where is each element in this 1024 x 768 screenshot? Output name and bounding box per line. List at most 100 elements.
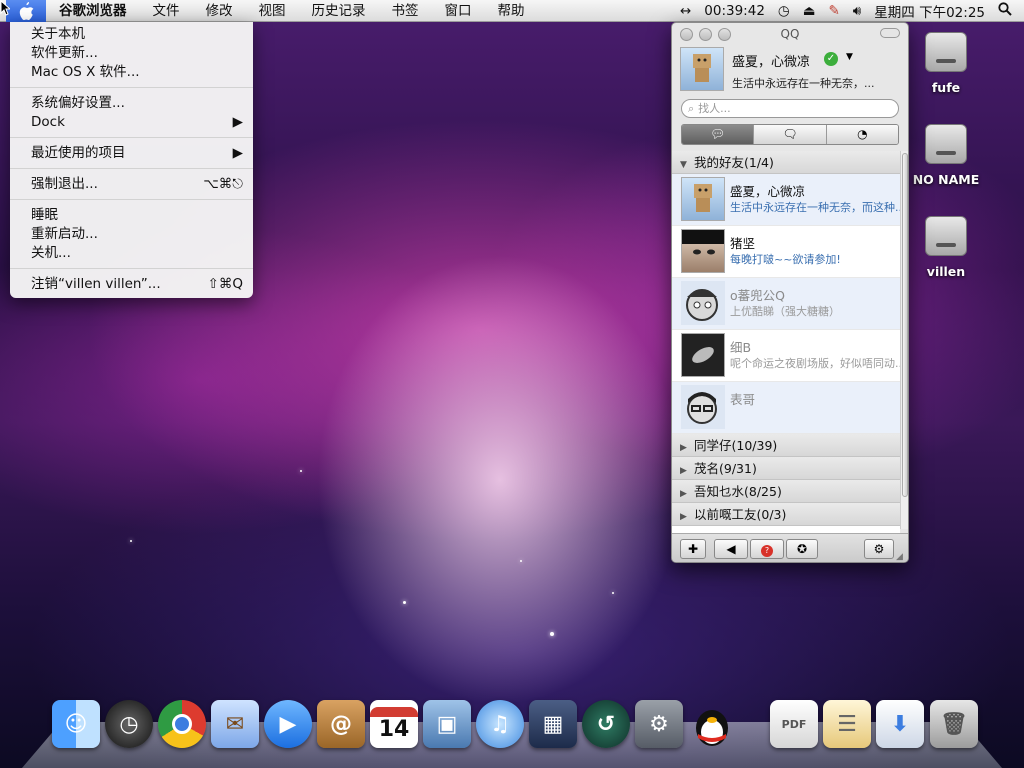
desktop-drive-villen[interactable]: villen bbox=[906, 216, 986, 279]
menu-history[interactable]: 历史记录 bbox=[299, 0, 379, 22]
qq-titlebar[interactable]: QQ bbox=[672, 23, 908, 45]
menu-item-mac-software[interactable]: Mac OS X 软件... bbox=[10, 63, 253, 82]
group-header-classmates[interactable]: ▶ 同学仔(10/39) bbox=[672, 434, 900, 457]
avatar[interactable] bbox=[680, 47, 724, 91]
star-icon: ✪ bbox=[796, 542, 808, 556]
trash-icon[interactable]: 🗑︎ bbox=[930, 700, 978, 748]
desktop-drive-fufe[interactable]: fufe bbox=[906, 32, 986, 95]
favorites-button[interactable]: ✪ bbox=[786, 539, 818, 559]
menu-bookmarks[interactable]: 书签 bbox=[379, 0, 432, 22]
menu-item-label: 系统偏好设置... bbox=[31, 95, 125, 111]
ichat-icon[interactable]: ▶ bbox=[264, 700, 312, 748]
menu-help[interactable]: 帮助 bbox=[485, 0, 538, 22]
volume-icon[interactable]: 🔊︎ bbox=[853, 3, 862, 19]
mail-icon[interactable]: ✉ bbox=[211, 700, 259, 748]
desktop-drive-no-name[interactable]: NO NAME bbox=[906, 124, 986, 187]
group-header-friends[interactable]: ▼ 我的好友(1/4) bbox=[672, 151, 900, 174]
search-input[interactable]: ⌕ 找人... bbox=[681, 99, 899, 118]
my-signature[interactable]: 生活中永远存在一种无奈，... bbox=[732, 75, 875, 91]
status-dropdown-icon[interactable]: ▼ bbox=[846, 52, 853, 62]
menu-view[interactable]: 视图 bbox=[246, 0, 299, 22]
pdf-document-icon[interactable]: PDF bbox=[770, 700, 818, 748]
eject-icon[interactable]: ⏏ bbox=[803, 3, 816, 19]
tab-groups[interactable]: 🗨︎ bbox=[754, 125, 827, 144]
qq-penguin-icon[interactable] bbox=[688, 700, 736, 748]
spaces-icon[interactable]: ▦ bbox=[529, 700, 577, 748]
contact-list-scrollbar[interactable] bbox=[900, 151, 908, 529]
drive-label: fufe bbox=[931, 80, 961, 95]
itunes-icon[interactable]: ♫ bbox=[476, 700, 524, 748]
submenu-arrow-icon: ▶ bbox=[232, 114, 243, 130]
tab-contacts[interactable]: 💬︎ bbox=[682, 125, 755, 144]
menu-item-system-prefs[interactable]: 系统偏好设置... bbox=[10, 94, 253, 113]
menu-item-force-quit[interactable]: 强制退出... ⌥⌘⎋ bbox=[10, 175, 253, 194]
group-label: 我的好友(1/4) bbox=[694, 155, 774, 170]
friend-name: 盛夏，心微凉 bbox=[730, 184, 806, 199]
messages-button[interactable]: ? bbox=[750, 539, 784, 559]
menu-item-sleep[interactable]: 睡眠 bbox=[10, 206, 253, 225]
online-status-icon[interactable]: ✓ bbox=[824, 52, 838, 66]
qq-profile-header: 盛夏，心微凉 ✓ ▼ 生活中永远存在一种无奈，... bbox=[672, 45, 908, 95]
group-header-wuzhi[interactable]: ▶ 吾知乜水(8/25) bbox=[672, 480, 900, 503]
clock-text[interactable]: 星期四 下午02:25 bbox=[874, 1, 985, 21]
list-item[interactable]: 细B 呢个命运之夜剧场版，好似唔同动... bbox=[672, 330, 900, 382]
apple-menu-button[interactable] bbox=[6, 0, 46, 22]
list-item[interactable]: 猪坚 每晚打啵~~欲请参加! bbox=[672, 226, 900, 278]
close-button[interactable] bbox=[680, 28, 693, 41]
list-item[interactable]: o蕃兜公Q 上优酷睇（强大糖糖） bbox=[672, 278, 900, 330]
group-header-coworkers[interactable]: ▶ 以前嘅工友(0/3) bbox=[672, 503, 900, 526]
plus-icon: ✚ bbox=[687, 542, 699, 556]
qq-bottom-toolbar: ✚ ◀ ? ✪ ⚙ ◢ bbox=[672, 533, 908, 562]
tab-recent[interactable]: ◔ bbox=[826, 125, 898, 144]
menu-item-logout[interactable]: 注销“villen villen”... ⇧⌘Q bbox=[10, 275, 253, 294]
menu-item-dock[interactable]: Dock ▶ bbox=[10, 113, 253, 132]
spotlight-search-icon[interactable] bbox=[998, 1, 1012, 20]
qq-window: QQ 盛夏，心微凉 ✓ ▼ 生活中永远存在一种无奈，... ⌕ 找人... 💬︎… bbox=[671, 22, 909, 563]
time-machine-icon[interactable]: ◷ bbox=[778, 3, 790, 19]
list-item[interactable]: 表哥 bbox=[672, 382, 900, 434]
time-machine-icon[interactable]: ↺ bbox=[582, 700, 630, 748]
menu-file[interactable]: 文件 bbox=[140, 0, 193, 22]
timer-text[interactable]: 00:39:42 bbox=[704, 3, 765, 19]
list-item[interactable]: 盛夏，心微凉 生活中永远存在一种无奈，而这种... bbox=[672, 174, 900, 226]
friend-signature: 呢个命运之夜剧场版，好似唔同动... bbox=[730, 357, 900, 370]
menu-item-shutdown[interactable]: 关机... bbox=[10, 244, 253, 263]
group-header-maoming[interactable]: ▶ 茂名(9/31) bbox=[672, 457, 900, 480]
shortcut-text: ⌥⌘⎋ bbox=[203, 176, 243, 192]
star bbox=[403, 601, 406, 604]
chrome-icon[interactable] bbox=[158, 700, 206, 748]
downloads-stack-icon[interactable]: ⬇ bbox=[876, 700, 924, 748]
toolbar-toggle-button[interactable] bbox=[880, 28, 900, 38]
menu-edit[interactable]: 修改 bbox=[193, 0, 246, 22]
resize-grip-icon[interactable]: ◢ bbox=[896, 552, 903, 562]
ical-icon[interactable]: 14 bbox=[370, 700, 418, 748]
pen-icon[interactable]: ✎ bbox=[828, 3, 839, 19]
address-book-icon[interactable]: @ bbox=[317, 700, 365, 748]
documents-stack-icon[interactable]: ☰ bbox=[823, 700, 871, 748]
menu-item-restart[interactable]: 重新启动... bbox=[10, 225, 253, 244]
system-preferences-icon[interactable]: ⚙ bbox=[635, 700, 683, 748]
menu-item-about[interactable]: 关于本机 bbox=[10, 25, 253, 44]
menu-item-recent-items[interactable]: 最近使用的项目 ▶ bbox=[10, 144, 253, 163]
menu-item-label: 强制退出... bbox=[31, 176, 98, 192]
menu-window[interactable]: 窗口 bbox=[432, 0, 485, 22]
add-contact-button[interactable]: ✚ bbox=[680, 539, 706, 559]
minimize-button[interactable] bbox=[699, 28, 712, 41]
menu-item-software-update[interactable]: 软件更新... bbox=[10, 44, 253, 63]
dashboard-icon[interactable]: ◷ bbox=[105, 700, 153, 748]
preview-icon[interactable]: ▣ bbox=[423, 700, 471, 748]
network-arrows-icon[interactable]: ↔ bbox=[680, 3, 691, 19]
menu-item-label: Dock bbox=[31, 114, 65, 130]
zoom-button[interactable] bbox=[718, 28, 731, 41]
friend-name: o蕃兜公Q bbox=[730, 288, 785, 303]
hard-drive-icon bbox=[925, 32, 967, 72]
menu-separator bbox=[10, 168, 253, 169]
finder-icon[interactable]: ☺ bbox=[52, 700, 100, 748]
menu-app-name[interactable]: 谷歌浏览器 bbox=[46, 0, 140, 22]
drive-label: NO NAME bbox=[912, 172, 980, 187]
settings-button[interactable]: ⚙ bbox=[864, 539, 894, 559]
sound-toggle-button[interactable]: ◀ bbox=[714, 539, 748, 559]
hard-drive-icon bbox=[925, 216, 967, 256]
scrollbar-thumb[interactable] bbox=[902, 153, 908, 497]
message-badge-icon: ? bbox=[761, 545, 773, 557]
